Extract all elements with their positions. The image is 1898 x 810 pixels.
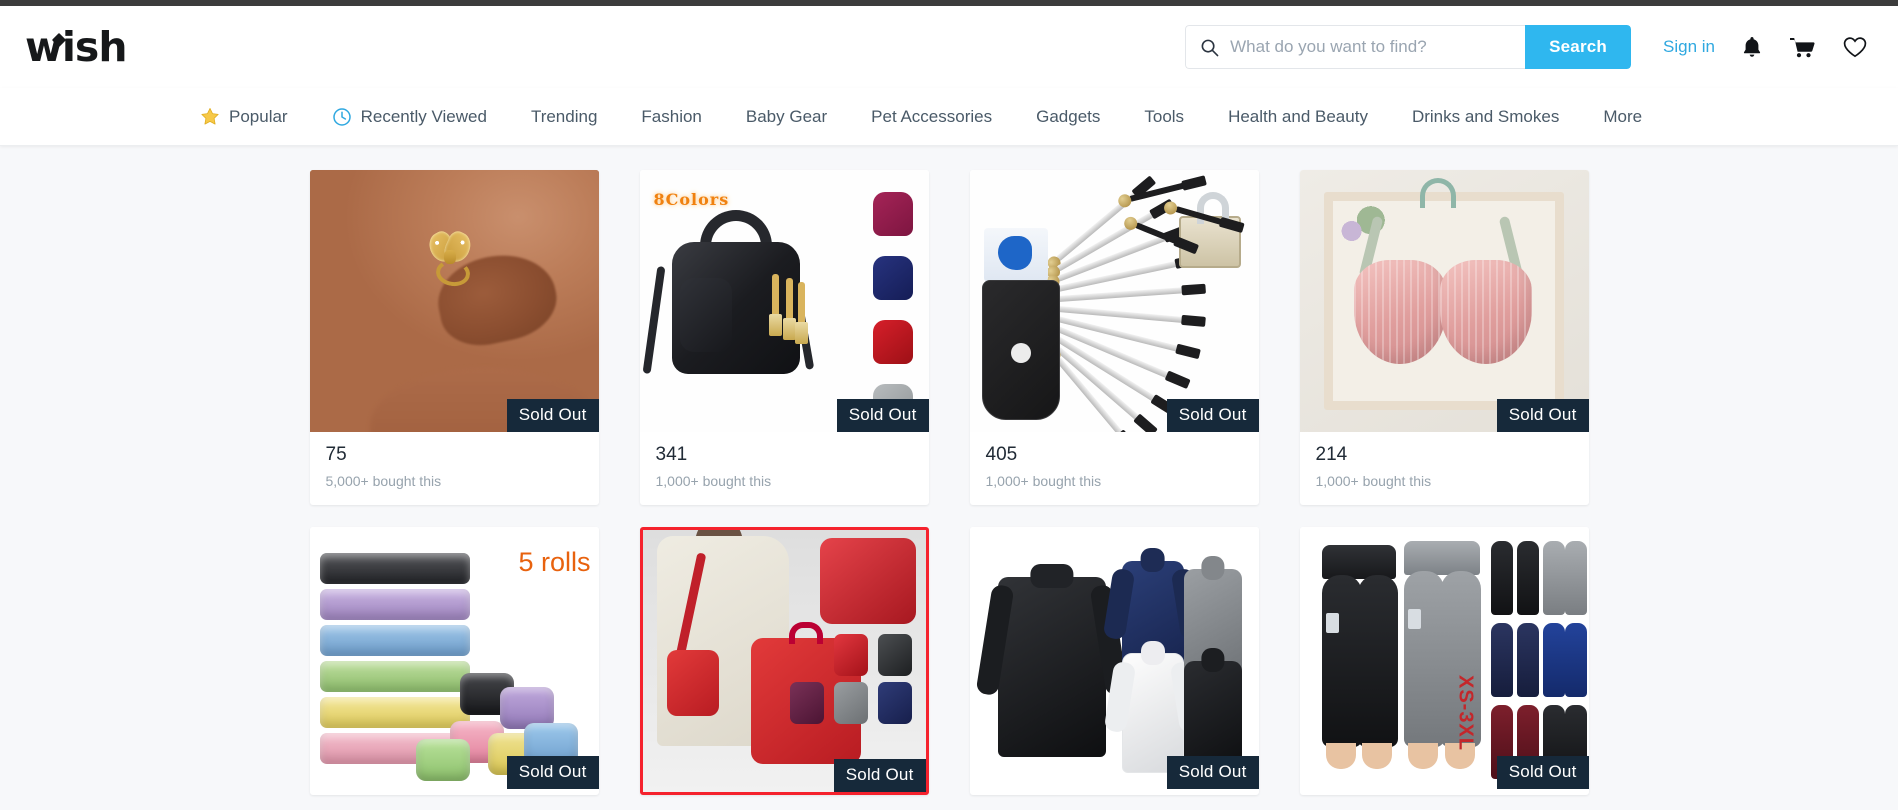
shopping-cart-icon[interactable] <box>1789 35 1816 59</box>
image-overlay-text: 8Colors <box>653 190 730 209</box>
red-bag-artwork <box>642 530 926 792</box>
sold-out-badge: Sold Out <box>833 759 926 792</box>
image-overlay-text: 5 rolls <box>518 547 591 577</box>
star-icon <box>200 107 220 127</box>
sold-out-badge: Sold Out <box>1496 756 1589 789</box>
image-overlay-text: XS-3XL <box>1454 674 1477 751</box>
nav-item-label: Drinks and Smokes <box>1411 106 1560 126</box>
nav-item-label: Health and Beauty <box>1228 106 1368 126</box>
product-image: Sold Out <box>309 170 599 432</box>
product-card[interactable]: Sold Out 75 5,000+ bought this <box>309 170 599 505</box>
nav-item-fashion[interactable]: Fashion <box>641 107 701 127</box>
product-price: 214 <box>1315 444 1348 465</box>
product-price: 75 <box>325 444 347 465</box>
nav-item-label: Fashion <box>641 106 702 126</box>
product-image: Sold Out <box>969 527 1259 789</box>
leggings-artwork: XS-3XL <box>1299 527 1589 789</box>
header-actions: Search Sign in <box>1185 25 1868 69</box>
product-image: Sold Out <box>642 530 926 792</box>
nav-item-baby-gear[interactable]: Baby Gear <box>746 107 827 127</box>
category-nav: Popular Recently Viewed Trending Fashion… <box>0 88 1898 146</box>
nav-item-label: More <box>1603 106 1643 126</box>
product-card-selected[interactable]: Sold Out <box>639 527 929 795</box>
search-input-container[interactable] <box>1185 25 1526 69</box>
nav-item-health-and-beauty[interactable]: Health and Beauty <box>1228 107 1368 127</box>
sold-out-badge: Sold Out <box>1166 756 1259 789</box>
product-card[interactable]: XS-3XL Sold Out <box>1299 527 1589 795</box>
nav-item-label: Popular <box>229 106 288 126</box>
search-button[interactable]: Search <box>1525 25 1632 69</box>
product-card[interactable]: 5 rolls Sold Out <box>309 527 599 795</box>
search-icon <box>1201 39 1219 56</box>
sold-out-badge: Sold Out <box>1496 399 1589 432</box>
search-input[interactable] <box>1230 37 1514 57</box>
nav-item-trending[interactable]: Trending <box>531 107 597 127</box>
product-price: 341 <box>655 444 688 465</box>
trash-bag-rolls-artwork: 5 rolls <box>309 527 599 789</box>
product-image: 8Colors Sold Out <box>639 170 929 432</box>
product-bought-count: 1,000+ bought this <box>1315 473 1432 489</box>
bralette-artwork <box>1299 170 1589 432</box>
product-info: 75 5,000+ bought this <box>310 432 599 505</box>
product-image: 5 rolls Sold Out <box>309 527 599 789</box>
nav-item-popular[interactable]: Popular <box>200 107 288 127</box>
nav-item-label: Trending <box>530 106 598 126</box>
lock-pick-set-artwork <box>969 170 1259 432</box>
nav-item-label: Baby Gear <box>745 106 828 126</box>
sold-out-badge: Sold Out <box>836 399 929 432</box>
product-card[interactable]: Sold Out 214 1,000+ bought this <box>1299 170 1589 505</box>
nav-item-gadgets[interactable]: Gadgets <box>1036 107 1100 127</box>
product-bought-count: 1,000+ bought this <box>655 473 772 489</box>
sold-out-badge: Sold Out <box>506 399 599 432</box>
nav-item-pet-accessories[interactable]: Pet Accessories <box>871 107 992 127</box>
logo-text: wish <box>25 22 128 71</box>
wish-logo[interactable]: wish <box>25 26 128 68</box>
product-bought-count: 5,000+ bought this <box>325 473 442 489</box>
product-card[interactable]: Sold Out 405 1,000+ bought this <box>969 170 1259 505</box>
site-header: wish Search Sign in <box>0 6 1898 88</box>
product-card[interactable]: 8Colors Sold Out 341 1,000+ bought this <box>639 170 929 505</box>
turtleneck-artwork <box>969 527 1259 789</box>
product-price: 405 <box>985 444 1018 465</box>
nav-item-label: Pet Accessories <box>871 106 993 126</box>
search-bar: Search <box>1185 25 1632 69</box>
product-bought-count: 1,000+ bought this <box>985 473 1102 489</box>
clock-icon <box>332 107 352 127</box>
sold-out-badge: Sold Out <box>506 756 599 789</box>
product-image: XS-3XL Sold Out <box>1299 527 1589 789</box>
wishlist-heart-icon[interactable] <box>1842 35 1868 59</box>
nav-item-label: Recently Viewed <box>360 106 487 126</box>
sign-in-link[interactable]: Sign in <box>1663 37 1715 57</box>
nav-item-label: Tools <box>1144 106 1185 126</box>
nav-item-recently-viewed[interactable]: Recently Viewed <box>332 107 487 127</box>
nav-item-label: Gadgets <box>1036 106 1101 126</box>
product-info: 341 1,000+ bought this <box>640 432 929 505</box>
black-bag-artwork: 8Colors <box>639 170 929 432</box>
nose-ring-artwork <box>309 170 599 432</box>
notifications-bell-icon[interactable] <box>1741 35 1763 59</box>
nav-item-more[interactable]: More <box>1603 107 1642 127</box>
sold-out-badge: Sold Out <box>1166 399 1259 432</box>
product-card[interactable]: Sold Out <box>969 527 1259 795</box>
product-info: 214 1,000+ bought this <box>1300 432 1589 505</box>
product-image: Sold Out <box>969 170 1259 432</box>
product-grid: Sold Out 75 5,000+ bought this 8Colors S… <box>309 170 1589 795</box>
product-image: Sold Out <box>1299 170 1589 432</box>
nav-item-tools[interactable]: Tools <box>1144 107 1184 127</box>
nav-item-drinks-and-smokes[interactable]: Drinks and Smokes <box>1412 107 1559 127</box>
product-info: 405 1,000+ bought this <box>970 432 1259 505</box>
product-feed: Sold Out 75 5,000+ bought this 8Colors S… <box>0 146 1898 795</box>
